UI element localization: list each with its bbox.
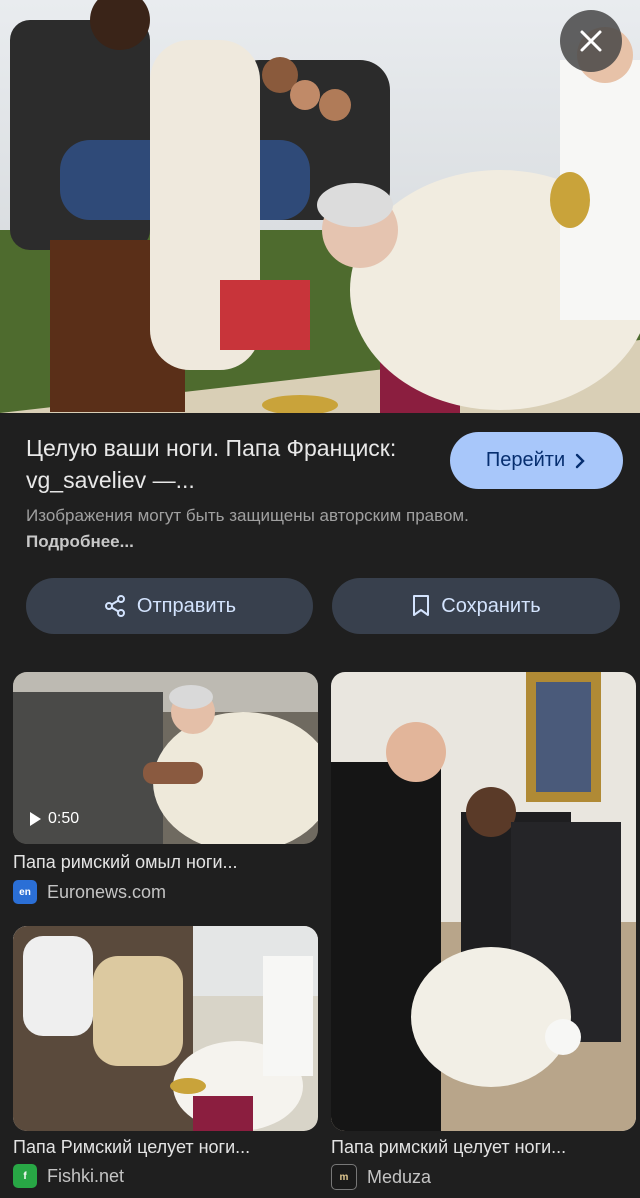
- copyright-text: Изображения могут быть защищены авторски…: [26, 506, 469, 525]
- related-source-name-2: Fishki.net: [47, 1165, 125, 1186]
- video-duration-badge: 0:50: [28, 810, 79, 828]
- related-source-name-3: Meduza: [367, 1166, 432, 1187]
- meduza-logo-icon: m: [331, 1164, 357, 1190]
- image-title[interactable]: Целую ваши ноги. Папа Франциск: vg_savel…: [26, 432, 426, 496]
- save-button[interactable]: Сохранить: [332, 578, 620, 634]
- goto-button[interactable]: Перейти: [450, 432, 623, 489]
- fishki-logo-icon: f: [13, 1164, 37, 1188]
- video-duration: 0:50: [48, 810, 80, 827]
- play-icon: [30, 812, 41, 826]
- related-image-3[interactable]: [331, 672, 636, 1131]
- related-image-2[interactable]: [13, 926, 318, 1131]
- chevron-right-icon: [575, 453, 585, 468]
- related-source-2[interactable]: f Fishki.net: [13, 1164, 124, 1188]
- euronews-logo-icon: en: [13, 880, 37, 904]
- related-source-1[interactable]: en Euronews.com: [13, 880, 166, 904]
- share-icon: [104, 595, 125, 617]
- close-icon: [580, 30, 602, 52]
- related-image-2-picture: [13, 926, 318, 1131]
- related-source-3[interactable]: m Meduza: [331, 1164, 431, 1190]
- main-image-picture: [0, 0, 640, 413]
- goto-button-label: Перейти: [485, 449, 566, 471]
- related-caption-2[interactable]: Папа Римский целует ноги...: [13, 1137, 250, 1158]
- share-label: Отправить: [136, 594, 237, 617]
- bookmark-icon: [413, 595, 430, 616]
- more-link[interactable]: Подробнее...: [26, 532, 134, 551]
- related-source-name-1: Euronews.com: [47, 881, 167, 902]
- copyright-notice: Изображения могут быть защищены авторски…: [26, 503, 476, 555]
- related-caption-3[interactable]: Папа римский целует ноги...: [331, 1137, 566, 1158]
- related-image-3-picture: [331, 672, 636, 1131]
- save-label: Сохранить: [441, 594, 541, 617]
- main-image[interactable]: [0, 0, 640, 413]
- close-button[interactable]: [560, 10, 622, 72]
- related-caption-1[interactable]: Папа римский омыл ноги...: [13, 852, 238, 873]
- share-button[interactable]: Отправить: [26, 578, 313, 634]
